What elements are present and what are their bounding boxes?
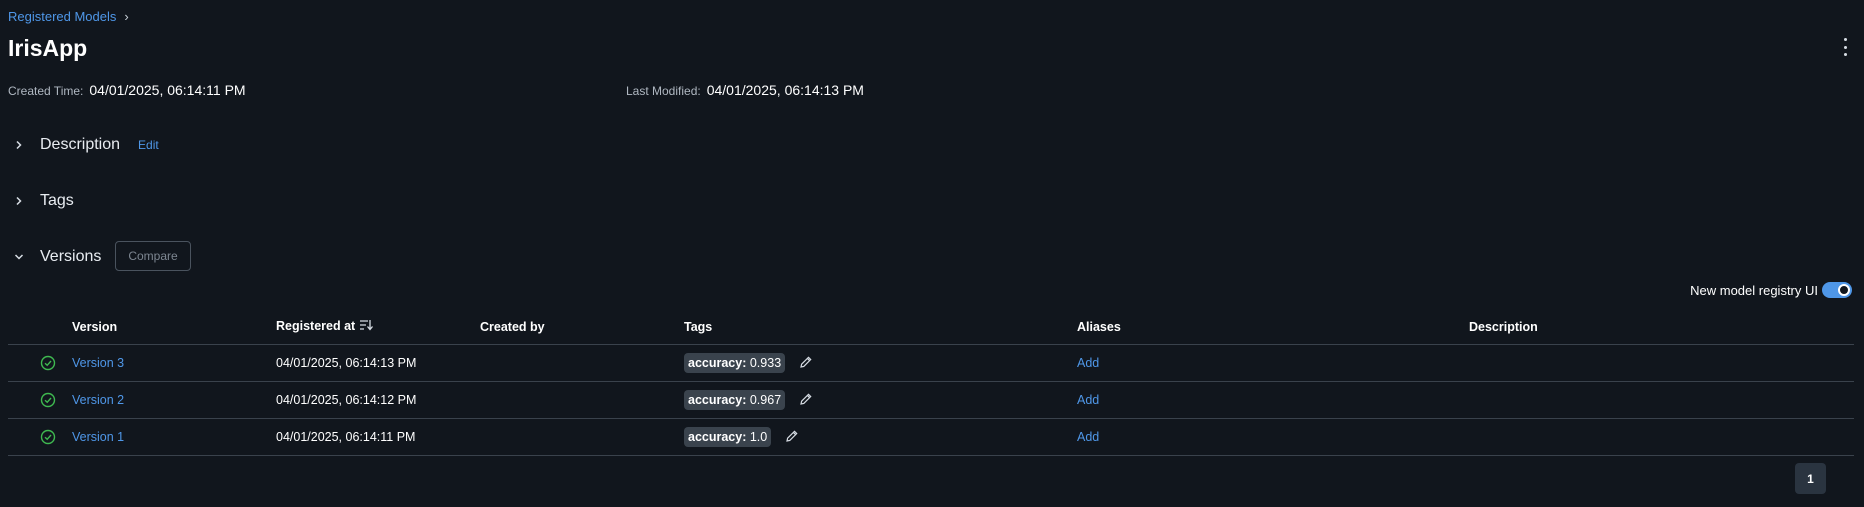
header-registered-at[interactable]: Registered at [276,309,480,345]
section-versions-title: Versions [40,248,102,265]
tags-cell: accuracy: 0.967 [684,381,1077,419]
table-header-row: Version Registered at Created by Tags Al… [8,309,1854,345]
chevron-right-icon [12,194,26,208]
header-description: Description [1469,309,1854,345]
add-alias-link[interactable]: Add [1077,430,1099,444]
chevron-down-icon [12,250,26,264]
tag-value: 1.0 [749,430,768,444]
versions-table: Version Registered at Created by Tags Al… [8,309,1854,456]
pencil-icon[interactable] [799,392,813,409]
header-tags: Tags [684,309,1077,345]
tag-value: 0.967 [749,393,782,407]
tags-cell: accuracy: 1.0 [684,418,1077,456]
table-row: Version 3 04/01/2025, 06:14:13 PM accura… [8,344,1854,382]
page-title: IrisApp [8,35,88,61]
header-status [8,309,72,345]
created-by-cell [480,344,684,382]
section-versions[interactable]: Versions [12,248,101,266]
table-row: Version 1 04/01/2025, 06:14:11 PM accura… [8,418,1854,456]
last-modified-value: 04/01/2025, 06:14:13 PM [706,82,864,98]
header-created-by: Created by [480,309,684,345]
section-tags-title: Tags [40,192,74,209]
add-alias-link[interactable]: Add [1077,356,1099,370]
created-by-cell [480,381,684,419]
description-cell [1469,344,1854,382]
new-registry-ui-toggle-group: New model registry UI [1690,282,1852,298]
created-by-cell [480,418,684,456]
section-tags[interactable]: Tags [12,192,74,210]
pagination-page-button[interactable]: 1 [1795,463,1826,494]
new-registry-ui-label: New model registry UI [1690,282,1818,298]
breadcrumb-registered-models-link[interactable]: Registered Models [8,9,116,24]
check-circle-icon [40,355,56,371]
status-cell [8,418,72,456]
new-registry-ui-toggle[interactable] [1822,282,1852,298]
check-circle-icon [40,429,56,445]
tag-key: accuracy: [688,393,747,407]
version-link[interactable]: Version 2 [72,393,124,407]
tag-key: accuracy: [688,430,747,444]
tag-value: 0.933 [749,356,782,370]
version-link[interactable]: Version 3 [72,356,124,370]
description-cell [1469,381,1854,419]
status-cell [8,381,72,419]
registered-at-cell: 04/01/2025, 06:14:13 PM [276,344,480,382]
check-circle-icon [40,392,56,408]
add-alias-link[interactable]: Add [1077,393,1099,407]
tag-pill: accuracy: 0.933 [684,353,786,373]
description-cell [1469,418,1854,456]
header-version: Version [72,309,276,345]
pencil-icon[interactable] [799,355,813,372]
tag-key: accuracy: [688,356,747,370]
chevron-right-icon [12,138,26,152]
header-registered-at-label: Registered at [276,318,356,333]
breadcrumb-separator: › [124,9,129,24]
created-time: Created Time: 04/01/2025, 06:14:11 PM [8,82,246,98]
registered-at-cell: 04/01/2025, 06:14:12 PM [276,381,480,419]
registered-at-cell: 04/01/2025, 06:14:11 PM [276,418,480,456]
version-link[interactable]: Version 1 [72,430,124,444]
description-edit-link[interactable]: Edit [138,138,159,152]
created-time-value: 04/01/2025, 06:14:11 PM [89,82,246,98]
breadcrumb: Registered Models › [8,9,129,24]
more-options-icon[interactable] [1841,38,1849,56]
last-modified: Last Modified: 04/01/2025, 06:14:13 PM [626,82,864,98]
tag-pill: accuracy: 0.967 [684,390,786,410]
section-description-title: Description [40,136,121,153]
sort-icon[interactable] [359,319,374,334]
pencil-icon[interactable] [785,429,799,446]
section-description[interactable]: Description Edit [12,136,159,154]
header-aliases: Aliases [1077,309,1469,345]
status-cell [8,344,72,382]
last-modified-label: Last Modified: [626,84,701,98]
table-row: Version 2 04/01/2025, 06:14:12 PM accura… [8,381,1854,419]
compare-button[interactable]: Compare [115,241,191,271]
tags-cell: accuracy: 0.933 [684,344,1077,382]
created-time-label: Created Time: [8,84,84,98]
tag-pill: accuracy: 1.0 [684,427,772,447]
